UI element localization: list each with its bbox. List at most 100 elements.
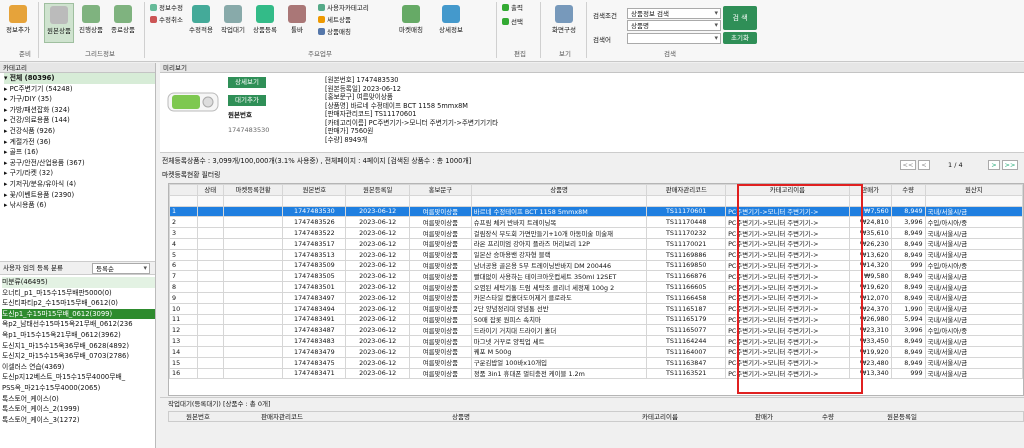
goods-grid[interactable]: 상태 마켓등록현황 원본번호 원본등록일 홍보문구 상품명 판매자관리코드 카테고리이름 판매가…	[168, 183, 1024, 396]
user-sort-select[interactable]: 등록순	[92, 263, 150, 274]
table-row[interactable]: 8 1747483501 2023-06-12 여름맞이상품 오염된 세탁기통 드럼 세…	[169, 281, 1023, 293]
column-header[interactable]: 원산지	[924, 184, 1023, 196]
wait-column-header[interactable]: 원본등록일	[867, 413, 937, 422]
table-row[interactable]: 1 1747483530 2023-06-12 여름맞이상품 바르네 수정테이프 BCT…	[169, 205, 1023, 218]
info-add-button[interactable]: 정보추가	[3, 3, 33, 43]
table-row[interactable]: 3 1747483522 2023-06-12 여름맞이상품 걸림장식 무도회 가면만들…	[169, 227, 1023, 239]
user-category-item[interactable]: PSS옥_마21수15무4000(2065)	[2, 383, 155, 394]
next-page-button[interactable]: >	[988, 160, 1000, 170]
tree-item[interactable]: ▸ 낚시용품 (6)	[4, 200, 155, 209]
table-row[interactable]: 9 1747483497 2023-06-12 여름맞이상품 카본스타일 컵홀더도어제거…	[169, 291, 1023, 304]
detail-info-button[interactable]: 상세정보	[432, 3, 470, 43]
column-header[interactable]: 원본번호	[282, 184, 347, 196]
table-row[interactable]: 13 1747483483 2023-06-12 여름맞이상품 마그넷 거꾸로 양픽업 …	[169, 335, 1023, 347]
column-header[interactable]: 원본등록일	[345, 184, 411, 196]
add-wait-button[interactable]: 대기추가	[228, 95, 266, 106]
user-category-item[interactable]: 톡스토어_케이스(0)	[2, 394, 155, 405]
filter-cell[interactable]	[222, 194, 284, 207]
column-header[interactable]: 상태	[196, 184, 224, 196]
register-button[interactable]: 상품등록	[250, 3, 280, 43]
tree-item[interactable]: ▸ PC주변기기 (54248)	[4, 84, 155, 95]
column-header[interactable]: 수량	[890, 184, 926, 196]
search-button[interactable]: 검 색	[723, 6, 757, 30]
user-category-item[interactable]: 도신지1_마15수15옥36무배_0628(4892)	[2, 341, 155, 352]
user-category-item[interactable]: 옥p2_남태선수15마15옥21무배_0612(236	[2, 319, 155, 330]
column-header[interactable]: 판매자관리코드	[646, 184, 727, 196]
column-header[interactable]: 홍보문구	[409, 184, 472, 196]
tree-item[interactable]: ▾ 전체 (80396)	[4, 73, 155, 84]
user-category-item[interactable]: 미분류(46495)	[2, 277, 155, 288]
apply-edit-button[interactable]: 수정적용	[186, 3, 216, 43]
column-header[interactable]: 상품명	[470, 184, 648, 196]
user-category-button[interactable]: 사용자카테고리	[318, 4, 369, 13]
tree-item[interactable]: ▸ 꽃/이벤트용품 (2390)	[4, 190, 155, 201]
tree-item[interactable]: ▸ 계절가전 (36)	[4, 137, 155, 148]
first-page-button[interactable]: <<	[900, 160, 916, 170]
wait-column-header[interactable]: 판매자관리코드	[243, 413, 321, 422]
table-row[interactable]: 15 1747483475 2023-06-12 여름맞이상품 구운김밥얼 100바x1…	[169, 356, 1023, 369]
edit-cancel-button[interactable]: 수정취소	[150, 16, 183, 25]
user-category-item[interactable]: 오너티_p1_마15수15무배판5000(0)	[2, 288, 155, 299]
wait-column-header[interactable]: 상품명	[341, 413, 581, 422]
layout-button[interactable]: 화면구성	[547, 3, 581, 43]
wait-column-header[interactable]: 판매가	[739, 413, 789, 422]
user-category-item[interactable]: 톡스토어_케이스_3(1272)	[2, 415, 155, 426]
column-header[interactable]	[169, 184, 198, 196]
table-row[interactable]: 10 1747483494 2023-06-12 여름맞이상품 2단 양념정리대 양념통…	[169, 302, 1023, 315]
reset-button[interactable]: 초기화	[723, 32, 757, 44]
user-category-item[interactable]: 도신티파티p2_수15마15무배_0612(0)	[2, 298, 155, 309]
filter-cell[interactable]	[924, 194, 1023, 207]
user-category-list[interactable]: 미분류(46495) 오너티_p1_마15수15무배판5000(0) 도신티파티p2…	[0, 277, 155, 425]
search-field-select[interactable]: 상품명	[627, 20, 721, 31]
market-match-button[interactable]: 마켓매칭	[392, 3, 430, 43]
table-row[interactable]: 12 1747483487 2023-06-12 여름맞이상품 드라이기 거치대 드라이…	[169, 324, 1023, 337]
tree-item[interactable]: ▸ 건강식품 (926)	[4, 126, 155, 137]
last-page-button[interactable]: >>	[1002, 160, 1018, 170]
filter-cell[interactable]	[196, 194, 224, 207]
user-category-item[interactable]: 도신지2_마15수15옥36무배_0703(2786)	[2, 351, 155, 362]
filter-cell[interactable]	[470, 194, 648, 207]
output-button[interactable]: 출력	[502, 4, 523, 13]
table-row[interactable]: 4 1747483517 2023-06-12 여름맞이상품 라온 프리미엄 강아지 플…	[169, 237, 1023, 250]
wait-column-header[interactable]: 원본번호	[173, 413, 223, 422]
tree-item[interactable]: ▸ 공구/안전/산업용품 (367)	[4, 158, 155, 169]
user-category-item[interactable]: 톡스토어_케이스_2(1999)	[2, 404, 155, 415]
user-category-item[interactable]: 이셀러스 연습(4369)	[2, 362, 155, 373]
table-row[interactable]: 7 1747483505 2023-06-12 여름맞이상품 빨대없이 사용하는 테이크…	[169, 270, 1023, 283]
tree-item[interactable]: ▸ 구기/라켓 (32)	[4, 168, 155, 179]
search-cond-select[interactable]: 상품정보 검색	[627, 8, 721, 19]
filter-cell[interactable]	[345, 194, 411, 207]
search-input[interactable]	[627, 33, 721, 44]
wait-column-header[interactable]: 카테고리이름	[601, 413, 719, 422]
tree-item[interactable]: ▸ 가구/DIY (35)	[4, 94, 155, 105]
user-category-item[interactable]: 도신p지12베스트_마15수15무4000무배_	[2, 372, 155, 383]
progress-goods-button[interactable]: 진행상품	[76, 3, 106, 43]
detail-view-button[interactable]: 상세보기	[228, 77, 266, 88]
wait-column-header[interactable]: 수량	[809, 413, 847, 422]
select-button[interactable]: 선택	[502, 18, 523, 27]
wait-job-button[interactable]: 작업대기	[218, 3, 248, 43]
user-category-item[interactable]: 옥p1_마15수15옥21무배_0612(3962)	[2, 330, 155, 341]
end-goods-button[interactable]: 종료상품	[108, 3, 138, 43]
info-edit-button[interactable]: 정보수정	[150, 4, 183, 13]
toolbar-button[interactable]: 툴바	[282, 3, 312, 43]
goods-matching-button[interactable]: 상품매칭	[318, 28, 351, 37]
category-tree[interactable]: ▾ 전체 (80396) ▸ PC주변기기 (54248) ▸ 가구/DIY (…	[0, 73, 155, 209]
column-header[interactable]: 마켓등록현황	[222, 184, 284, 196]
table-row[interactable]: 5 1747483513 2023-06-12 여름맞이상품 일본산 승마용밴 강자형 …	[169, 248, 1023, 261]
table-row[interactable]: 16 1747483471 2023-06-12 여름맞이상품 정품 3in1 휴대폰 …	[169, 367, 1023, 380]
set-goods-button[interactable]: 세트상품	[318, 16, 351, 25]
original-goods-button[interactable]: 원본상품	[44, 3, 74, 43]
user-category-item[interactable]: 도신p1_수15마15무배_0612(3099)	[2, 308, 155, 320]
table-row[interactable]: 11 1747483491 2023-06-12 여름맞이상품 50매 잡롯 원피스 속…	[169, 313, 1023, 326]
table-row[interactable]: 14 1747483479 2023-06-12 여름맞이상품 꿰포 M 500g TS1…	[169, 345, 1023, 358]
filter-cell[interactable]	[890, 194, 926, 207]
prev-page-button[interactable]: <	[918, 160, 930, 170]
tree-item[interactable]: ▸ 건강/의료용품 (144)	[4, 115, 155, 126]
filter-cell[interactable]	[169, 194, 198, 207]
filter-cell[interactable]	[282, 194, 347, 207]
tree-item[interactable]: ▸ 가방/패션잡화 (324)	[4, 105, 155, 116]
filter-cell[interactable]	[646, 194, 727, 207]
table-row[interactable]: 6 1747483509 2023-06-12 여름맞이상품 남녀공용 골은용 5부 트…	[169, 259, 1023, 272]
tree-item[interactable]: ▸ 골프 (16)	[4, 147, 155, 158]
